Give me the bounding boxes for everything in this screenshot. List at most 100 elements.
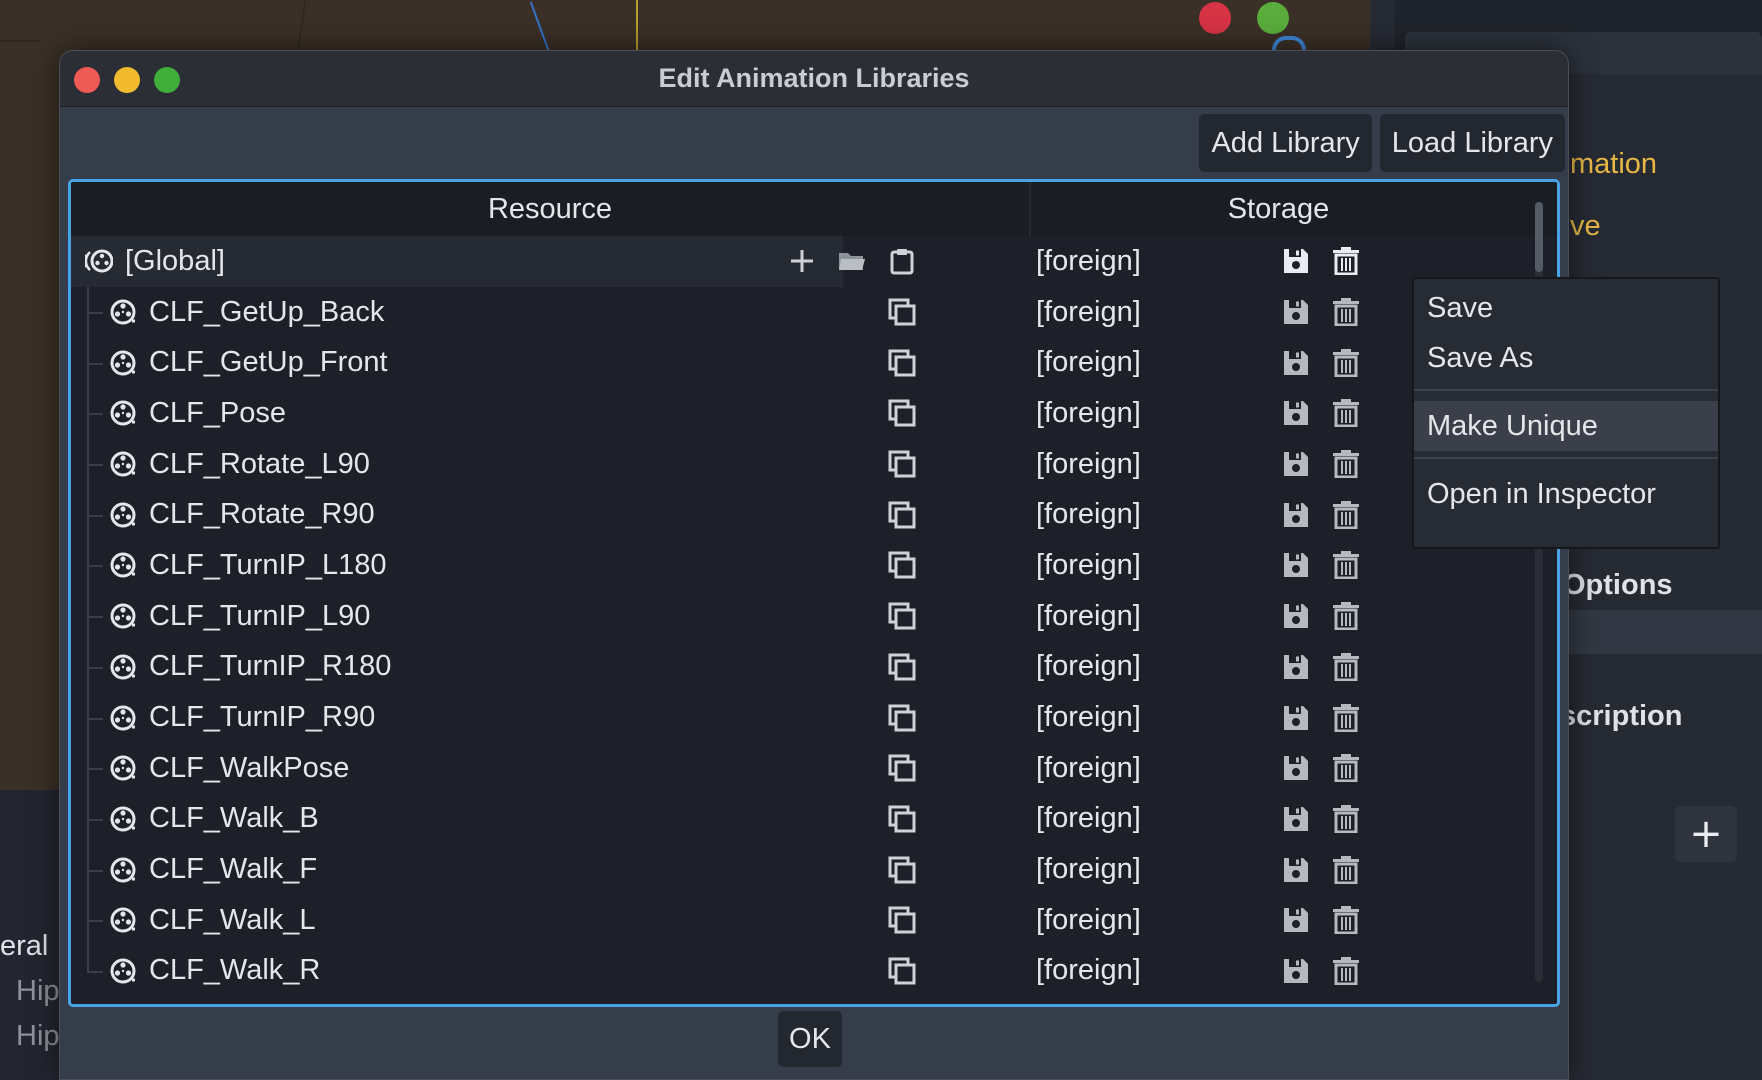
duplicate-icon[interactable] xyxy=(884,294,920,330)
delete-trash-icon[interactable] xyxy=(1328,598,1364,634)
tree-row[interactable]: CLF_TurnIP_R180 [foreign] xyxy=(71,641,1557,693)
duplicate-icon[interactable] xyxy=(884,547,920,583)
add-animation-icon[interactable] xyxy=(784,243,820,279)
left-panel-item-hip: Hip xyxy=(16,975,60,1007)
window-close-button[interactable] xyxy=(74,67,100,93)
animation-reel-icon xyxy=(109,399,137,427)
delete-trash-icon[interactable] xyxy=(1328,700,1364,736)
duplicate-icon[interactable] xyxy=(884,497,920,533)
add-library-button[interactable]: Add Library xyxy=(1199,114,1372,172)
save-floppy-icon[interactable] xyxy=(1278,345,1314,381)
animation-name: CLF_TurnIP_L90 xyxy=(149,599,371,632)
delete-trash-icon[interactable] xyxy=(1328,750,1364,786)
library-tree[interactable]: Resource Storage [Global] [foreign] CLF_Ge… xyxy=(68,179,1560,1007)
duplicate-icon[interactable] xyxy=(884,598,920,634)
tree-row[interactable]: CLF_Walk_F [foreign] xyxy=(71,844,1557,895)
animation-name: CLF_Rotate_R90 xyxy=(149,498,375,531)
animation-reel-icon xyxy=(109,501,137,529)
storage-value: [foreign] xyxy=(1036,650,1141,683)
tree-guide-line xyxy=(87,945,89,971)
delete-trash-icon[interactable] xyxy=(1328,345,1364,381)
tree-row[interactable]: CLF_Rotate_L90 [foreign] xyxy=(71,438,1557,490)
animation-reel-icon xyxy=(109,856,137,884)
load-animation-folder-icon[interactable] xyxy=(834,243,870,279)
delete-trash-icon[interactable] xyxy=(1328,649,1364,685)
duplicate-icon[interactable] xyxy=(884,902,920,938)
duplicate-icon[interactable] xyxy=(884,750,920,786)
tree-guide-tick xyxy=(87,666,103,669)
save-floppy-icon[interactable] xyxy=(1278,953,1314,989)
save-floppy-icon[interactable] xyxy=(1278,649,1314,685)
library-name: [Global] xyxy=(125,244,225,277)
storage-value: [foreign] xyxy=(1036,853,1141,886)
tree-row[interactable]: CLF_WalkPose [foreign] xyxy=(71,742,1557,794)
add-button[interactable]: + xyxy=(1675,806,1737,862)
tree-row[interactable]: CLF_GetUp_Front [foreign] xyxy=(71,337,1557,389)
paste-clipboard-icon[interactable] xyxy=(884,243,920,279)
duplicate-icon[interactable] xyxy=(884,446,920,482)
save-floppy-icon[interactable] xyxy=(1278,750,1314,786)
duplicate-icon[interactable] xyxy=(884,801,920,837)
load-library-button[interactable]: Load Library xyxy=(1379,114,1565,172)
tree-row[interactable]: CLF_GetUp_Back [foreign] xyxy=(71,286,1557,338)
delete-trash-icon[interactable] xyxy=(1328,294,1364,330)
tree-row[interactable]: CLF_Walk_B [foreign] xyxy=(71,793,1557,845)
save-floppy-icon[interactable] xyxy=(1278,801,1314,837)
duplicate-icon[interactable] xyxy=(884,953,920,989)
delete-trash-icon[interactable] xyxy=(1328,801,1364,837)
tree-guide-tick xyxy=(87,464,103,467)
window-minimize-button[interactable] xyxy=(114,67,140,93)
scrollbar-thumb[interactable] xyxy=(1535,202,1543,272)
save-floppy-icon[interactable] xyxy=(1278,700,1314,736)
tree-row[interactable]: CLF_TurnIP_R90 [foreign] xyxy=(71,692,1557,743)
menu-item-make-unique[interactable]: Make Unique xyxy=(1414,401,1718,451)
delete-trash-icon[interactable] xyxy=(1328,243,1364,279)
animation-reel-icon xyxy=(109,450,137,478)
save-floppy-icon[interactable] xyxy=(1278,547,1314,583)
delete-trash-icon[interactable] xyxy=(1328,547,1364,583)
tree-row[interactable]: CLF_TurnIP_L90 [foreign] xyxy=(71,590,1557,642)
save-floppy-icon[interactable] xyxy=(1278,294,1314,330)
tree-row[interactable]: CLF_Walk_R [foreign] xyxy=(71,945,1557,997)
save-floppy-icon[interactable] xyxy=(1278,902,1314,938)
save-floppy-icon[interactable] xyxy=(1278,497,1314,533)
delete-trash-icon[interactable] xyxy=(1328,852,1364,888)
window-maximize-button[interactable] xyxy=(154,67,180,93)
duplicate-icon[interactable] xyxy=(884,649,920,685)
resource-cell: CLF_Pose xyxy=(71,388,843,439)
tree-row-global[interactable]: [Global] [foreign] xyxy=(71,236,1557,287)
animation-reel-icon xyxy=(109,906,137,934)
save-floppy-icon[interactable] xyxy=(1278,243,1314,279)
tree-header: Resource Storage xyxy=(71,182,1557,236)
tree-row[interactable]: CLF_Pose [foreign] xyxy=(71,388,1557,439)
column-header-storage: Storage xyxy=(1227,192,1330,225)
delete-trash-icon[interactable] xyxy=(1328,902,1364,938)
save-floppy-icon[interactable] xyxy=(1278,852,1314,888)
dialog-title: Edit Animation Libraries xyxy=(658,63,970,93)
resource-cell: CLF_Walk_R xyxy=(71,945,843,997)
delete-trash-icon[interactable] xyxy=(1328,497,1364,533)
tree-row[interactable]: CLF_TurnIP_L180 [foreign] xyxy=(71,540,1557,591)
duplicate-icon[interactable] xyxy=(884,345,920,381)
menu-item-open-in-inspector[interactable]: Open in Inspector xyxy=(1414,469,1718,519)
delete-trash-icon[interactable] xyxy=(1328,395,1364,431)
ok-button[interactable]: OK xyxy=(778,1011,842,1067)
duplicate-icon[interactable] xyxy=(884,852,920,888)
gizmo-y-handle[interactable] xyxy=(1257,2,1289,34)
save-floppy-icon[interactable] xyxy=(1278,598,1314,634)
duplicate-icon[interactable] xyxy=(884,395,920,431)
delete-trash-icon[interactable] xyxy=(1328,953,1364,989)
tree-guide-tick xyxy=(87,514,103,517)
gizmo-x-handle[interactable] xyxy=(1199,2,1231,34)
save-floppy-icon[interactable] xyxy=(1278,446,1314,482)
tree-row[interactable]: CLF_Rotate_R90 [foreign] xyxy=(71,489,1557,541)
duplicate-icon[interactable] xyxy=(884,700,920,736)
tree-guide-tick xyxy=(87,970,103,973)
menu-item-save-as[interactable]: Save As xyxy=(1414,333,1718,383)
delete-trash-icon[interactable] xyxy=(1328,446,1364,482)
animation-reel-icon xyxy=(109,704,137,732)
save-floppy-icon[interactable] xyxy=(1278,395,1314,431)
tree-row[interactable]: CLF_Walk_L [foreign] xyxy=(71,894,1557,946)
menu-item-save[interactable]: Save xyxy=(1414,283,1718,333)
storage-value: [foreign] xyxy=(1036,802,1141,835)
